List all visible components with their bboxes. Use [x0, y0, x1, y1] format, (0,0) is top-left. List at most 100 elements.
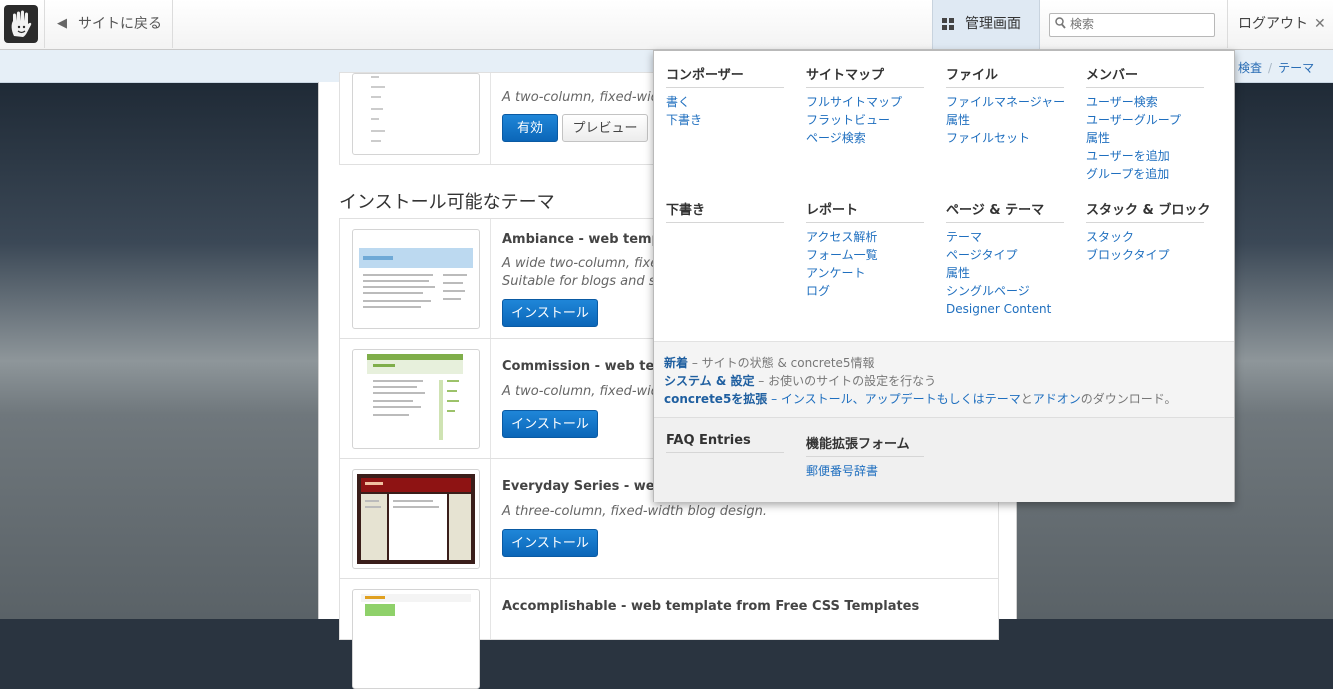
extend-suffix: のダウンロード。 — [1080, 392, 1177, 406]
menu-column-title[interactable]: レポート — [806, 199, 924, 223]
menu-column-title[interactable]: コンポーザー — [666, 64, 784, 88]
back-to-site-label: サイトに戻る — [78, 16, 162, 32]
menu-column-reports: レポート アクセス解析 フォーム一覧 アンケート ログ — [806, 199, 924, 300]
menu-column-title[interactable]: 機能拡張フォーム — [806, 433, 924, 457]
menu-item-user-attributes[interactable]: 属性 — [1086, 129, 1204, 147]
news-link[interactable]: 新着 — [664, 356, 688, 370]
theme-thumbnail-column — [340, 339, 491, 460]
menu-column-faq-entries: FAQ Entries — [666, 433, 784, 458]
menu-column-extension-forms: 機能拡張フォーム 郵便番号辞書 — [806, 433, 924, 480]
install-theme-button[interactable]: インストール — [502, 299, 598, 327]
menu-system-row: システム & 設定 – お使いのサイトの設定を行なう — [664, 372, 936, 389]
theme-thumbnail-column — [340, 219, 491, 340]
back-to-site-button[interactable]: ◀ サイトに戻る — [45, 0, 173, 48]
install-theme-button[interactable]: インストール — [502, 529, 598, 557]
menu-item-themes[interactable]: テーマ — [946, 228, 1064, 246]
logout-label: ログアウト — [1238, 16, 1308, 32]
theme-thumbnail — [352, 73, 480, 155]
menu-item-block-types[interactable]: ブロックタイプ — [1086, 246, 1204, 264]
extend-description: – インストール、アップデートもしくは — [767, 392, 985, 406]
dashboard-grid-icon — [942, 18, 954, 30]
activate-theme-button[interactable]: 有効 — [502, 114, 558, 142]
menu-column-members: メンバー ユーザー検索 ユーザーグループ 属性 ユーザーを追加 グループを追加 — [1086, 64, 1204, 183]
theme-thumbnail-column — [340, 73, 491, 164]
menu-column-title[interactable]: 下書き — [666, 199, 784, 223]
back-arrow-icon: ◀ — [57, 16, 67, 31]
themes-link[interactable]: テーマ — [985, 392, 1021, 406]
menu-item-drafts[interactable]: 下書き — [666, 111, 784, 129]
menu-item-file-manager[interactable]: ファイルマネージャー — [946, 93, 1065, 111]
dashboard-menu: コンポーザー 書く 下書き サイトマップ フルサイトマップ フラットビュー ペー… — [653, 50, 1235, 502]
concrete5-logo-icon — [4, 5, 38, 43]
menu-item-analytics[interactable]: アクセス解析 — [806, 228, 924, 246]
theme-thumbnail — [352, 469, 480, 569]
menu-item-logs[interactable]: ログ — [806, 282, 924, 300]
theme-thumbnail-column — [340, 579, 491, 689]
extend-conjunction: と — [1020, 392, 1033, 406]
theme-thumbnail-column — [340, 459, 491, 580]
menu-item-surveys[interactable]: アンケート — [806, 264, 924, 282]
theme-name: Accomplishable - web template from Free … — [502, 599, 920, 614]
theme-description: Suitable for blogs and sma — [502, 274, 677, 289]
menu-column-title[interactable]: スタック & ブロック — [1086, 199, 1210, 223]
install-theme-button[interactable]: インストール — [502, 410, 598, 438]
menu-item-write[interactable]: 書く — [666, 93, 784, 111]
system-settings-link[interactable]: システム & 設定 — [664, 374, 754, 388]
menu-footer: 新着 – サイトの状態 & concrete5情報 システム & 設定 – お使… — [654, 341, 1234, 418]
menu-column-title[interactable]: メンバー — [1086, 64, 1204, 88]
theme-description: A three-column, fixed-width blog design. — [502, 504, 767, 519]
menu-item-file-attributes[interactable]: 属性 — [946, 111, 1064, 129]
theme-thumbnail — [352, 589, 480, 689]
menu-column-drafts: 下書き — [666, 199, 784, 228]
menu-item-designer-content[interactable]: Designer Content — [946, 300, 1064, 318]
search-box — [1049, 13, 1215, 37]
menu-column-composer: コンポーザー 書く 下書き — [666, 64, 784, 129]
installable-themes-heading: インストール可能なテーマ — [339, 192, 555, 213]
menu-item-user-groups[interactable]: ユーザーグループ — [1086, 111, 1204, 129]
menu-column-title[interactable]: サイトマップ — [806, 64, 924, 88]
extend-concrete5-link[interactable]: concrete5を拡張 — [664, 392, 767, 406]
preview-theme-button[interactable]: プレビュー — [562, 114, 648, 142]
addons-link[interactable]: アドオン — [1033, 392, 1081, 406]
menu-item-add-group[interactable]: グループを追加 — [1086, 165, 1204, 183]
dashboard-label: 管理画面 — [965, 16, 1021, 32]
concrete5-logo[interactable] — [0, 0, 45, 48]
menu-item-add-user[interactable]: ユーザーを追加 — [1086, 147, 1204, 165]
menu-item-page-attributes[interactable]: 属性 — [946, 264, 1064, 282]
breadcrumb: 検査 / テーマ — [1238, 59, 1314, 76]
top-toolbar: ◀ サイトに戻る 管理画面 ログアウト ✕ — [0, 0, 1333, 50]
menu-item-single-pages[interactable]: シングルページ — [946, 282, 1064, 300]
close-icon: ✕ — [1314, 16, 1326, 32]
menu-item-page-types[interactable]: ページタイプ — [946, 246, 1064, 264]
breadcrumb-item-search[interactable]: 検査 — [1238, 61, 1262, 75]
breadcrumb-separator: / — [1268, 61, 1273, 75]
breadcrumb-item-themes[interactable]: テーマ — [1278, 61, 1314, 75]
menu-item-page-search[interactable]: ページ検索 — [806, 129, 924, 147]
menu-item-stacks[interactable]: スタック — [1086, 228, 1204, 246]
menu-item-postal-code-dictionary[interactable]: 郵便番号辞書 — [806, 462, 924, 480]
menu-item-flat-view[interactable]: フラットビュー — [806, 111, 924, 129]
menu-news-row: 新着 – サイトの状態 & concrete5情報 — [664, 354, 875, 371]
menu-column-title[interactable]: FAQ Entries — [666, 433, 784, 453]
menu-column-title[interactable]: ページ & テーマ — [946, 199, 1064, 223]
system-description: – お使いのサイトの設定を行なう — [754, 374, 937, 388]
theme-thumbnail — [352, 229, 480, 329]
menu-extensions: FAQ Entries 機能拡張フォーム 郵便番号辞書 — [654, 417, 1234, 502]
news-description: – サイトの状態 & concrete5情報 — [688, 356, 875, 370]
menu-extend-row: concrete5を拡張 – インストール、アップデートもしくはテーマとアドオン… — [664, 390, 1177, 407]
theme-thumbnail — [352, 349, 480, 449]
dashboard-button[interactable]: 管理画面 — [932, 0, 1040, 49]
search-icon — [1055, 17, 1066, 32]
menu-column-stacks-blocks: スタック & ブロック スタック ブロックタイプ — [1086, 199, 1210, 264]
menu-item-full-sitemap[interactable]: フルサイトマップ — [806, 93, 924, 111]
menu-column-pages-themes: ページ & テーマ テーマ ページタイプ 属性 シングルページ Designer… — [946, 199, 1064, 318]
logout-button[interactable]: ログアウト ✕ — [1227, 0, 1333, 48]
menu-column-sitemap: サイトマップ フルサイトマップ フラットビュー ページ検索 — [806, 64, 924, 147]
search-input[interactable] — [1070, 16, 1208, 32]
menu-column-title[interactable]: ファイル — [946, 64, 1064, 88]
menu-column-files: ファイル ファイルマネージャー 属性 ファイルセット — [946, 64, 1065, 147]
theme-card: Accomplishable - web template from Free … — [339, 578, 999, 689]
menu-item-file-sets[interactable]: ファイルセット — [946, 129, 1064, 147]
menu-item-user-search[interactable]: ユーザー検索 — [1086, 93, 1204, 111]
menu-item-form-results[interactable]: フォーム一覧 — [806, 246, 924, 264]
